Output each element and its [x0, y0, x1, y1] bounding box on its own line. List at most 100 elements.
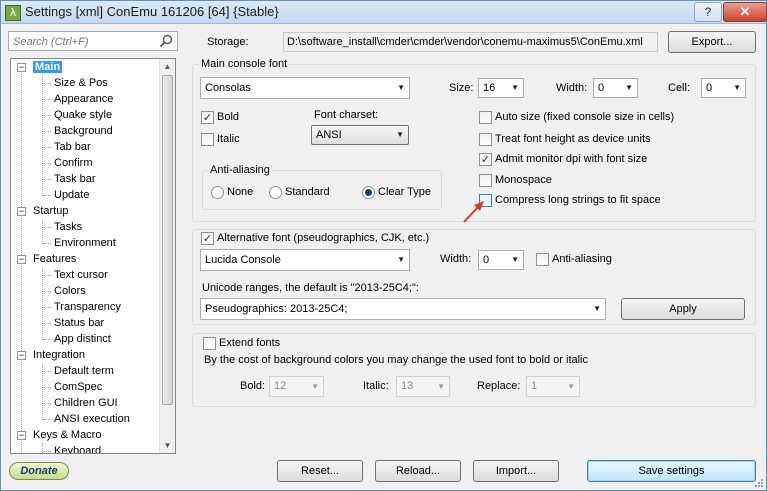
- tree-item-integration[interactable]: Integration: [33, 347, 85, 363]
- monospace-checkbox[interactable]: [479, 174, 492, 187]
- tree-item-appearance[interactable]: Appearance: [54, 91, 113, 107]
- storage-path-field[interactable]: D:\software_install\cmder\cmder\vendor\c…: [283, 32, 658, 52]
- chevron-down-icon: ▼: [733, 83, 741, 92]
- scroll-down-icon[interactable]: ▼: [161, 438, 174, 453]
- compress-strings-label[interactable]: Compress long strings to fit space: [495, 194, 661, 206]
- tree-item-keyboard[interactable]: Keyboard: [54, 443, 101, 453]
- tree-collapse-toggle[interactable]: −: [17, 431, 26, 440]
- tree-collapse-toggle[interactable]: −: [17, 255, 26, 264]
- scrollbar-thumb[interactable]: [162, 75, 173, 405]
- tree-branch: [43, 147, 51, 148]
- settings-tree[interactable]: − Main Size & Pos Appearance Quake style…: [10, 58, 176, 454]
- conemu-app-icon: λ: [5, 5, 21, 21]
- tree-item-transparency[interactable]: Transparency: [54, 299, 121, 315]
- tree-scrollbar[interactable]: ▲ ▼: [159, 59, 175, 453]
- tree-item-update[interactable]: Update: [54, 187, 89, 203]
- tree-collapse-toggle[interactable]: −: [17, 351, 26, 360]
- search-box[interactable]: [8, 31, 178, 51]
- cell-select[interactable]: 0 ▼: [701, 78, 746, 98]
- tree-item-features[interactable]: Features: [33, 251, 76, 267]
- alt-antialiasing-checkbox[interactable]: [536, 253, 549, 266]
- search-icon[interactable]: [159, 34, 173, 48]
- tree-item-size-pos[interactable]: Size & Pos: [54, 75, 108, 91]
- chevron-down-icon: ▼: [567, 382, 575, 391]
- chevron-down-icon: ▼: [437, 382, 445, 391]
- tree-item-status-bar[interactable]: Status bar: [54, 315, 104, 331]
- tree-collapse-toggle[interactable]: −: [17, 207, 26, 216]
- alternative-font-label[interactable]: Alternative font (pseudographics, CJK, e…: [215, 232, 432, 244]
- extend-fonts-checkbox[interactable]: [203, 337, 216, 350]
- font-charset-select[interactable]: ANSI ▼: [311, 125, 409, 145]
- tree-item-environment[interactable]: Environment: [54, 235, 116, 251]
- tree-item-default-term[interactable]: Default term: [54, 363, 114, 379]
- main-font-select[interactable]: Consolas ▼: [200, 77, 410, 99]
- auto-size-label[interactable]: Auto size (fixed console size in cells): [495, 111, 674, 123]
- auto-size-checkbox[interactable]: [479, 111, 492, 124]
- donate-button[interactable]: Donate: [9, 462, 69, 480]
- tree-connector-line: [42, 267, 43, 340]
- aa-cleartype-radio[interactable]: [362, 186, 375, 199]
- font-width-select[interactable]: 0 ▼: [593, 78, 638, 98]
- font-size-select[interactable]: 16 ▼: [478, 78, 524, 98]
- extend-italic-label: Italic:: [363, 380, 389, 392]
- apply-button[interactable]: Apply: [621, 298, 745, 320]
- aa-standard-label[interactable]: Standard: [285, 186, 330, 198]
- tree-item-task-bar[interactable]: Task bar: [54, 171, 96, 187]
- unicode-ranges-label: Unicode ranges, the default is "2013-25C…: [202, 282, 419, 294]
- tree-item-tab-bar[interactable]: Tab bar: [54, 139, 91, 155]
- tree-item-background[interactable]: Background: [54, 123, 113, 139]
- alternative-font-select[interactable]: Lucida Console ▼: [200, 249, 410, 271]
- title-bar[interactable]: λ Settings [xml] ConEmu 161206 [64] {Sta…: [1, 1, 767, 24]
- admit-dpi-checkbox[interactable]: ✓: [479, 153, 492, 166]
- tree-item-startup[interactable]: Startup: [33, 203, 68, 219]
- tree-item-comspec[interactable]: ComSpec: [54, 379, 102, 395]
- alt-width-select[interactable]: 0 ▼: [478, 250, 524, 270]
- unicode-ranges-value: Pseudographics: 2013-25C4;: [205, 303, 348, 315]
- extend-fonts-label[interactable]: Extend fonts: [217, 337, 283, 349]
- help-button[interactable]: ?: [694, 2, 722, 22]
- tree-item-children-gui[interactable]: Children GUI: [54, 395, 118, 411]
- tree-item-keys-macro[interactable]: Keys & Macro: [33, 427, 101, 443]
- italic-label[interactable]: Italic: [217, 133, 240, 145]
- tree-item-tasks[interactable]: Tasks: [54, 219, 82, 235]
- extend-replace-select[interactable]: 1 ▼: [526, 376, 580, 397]
- import-button[interactable]: Import...: [473, 460, 559, 482]
- tree-item-ansi-execution[interactable]: ANSI execution: [54, 411, 130, 427]
- tree-item-confirm[interactable]: Confirm: [54, 155, 93, 171]
- aa-standard-radio[interactable]: [269, 186, 282, 199]
- search-input[interactable]: [11, 33, 155, 51]
- alternative-font-checkbox[interactable]: ✓: [201, 232, 214, 245]
- scroll-up-icon[interactable]: ▲: [161, 59, 174, 74]
- treat-height-label[interactable]: Treat font height as device units: [495, 133, 651, 145]
- italic-checkbox[interactable]: [201, 133, 214, 146]
- unicode-ranges-select[interactable]: Pseudographics: 2013-25C4; ▼: [200, 298, 606, 320]
- tree-item-colors[interactable]: Colors: [54, 283, 86, 299]
- aa-none-radio[interactable]: [211, 186, 224, 199]
- aa-cleartype-label[interactable]: Clear Type: [378, 186, 431, 198]
- tree-item-main[interactable]: Main: [33, 59, 63, 75]
- settings-window: λ Settings [xml] ConEmu 161206 [64] {Sta…: [0, 0, 767, 491]
- tree-item-app-distinct[interactable]: App distinct: [54, 331, 111, 347]
- close-button[interactable]: ✕: [723, 2, 767, 22]
- tree-item-text-cursor[interactable]: Text cursor: [54, 267, 108, 283]
- monospace-label[interactable]: Monospace: [495, 174, 552, 186]
- bold-checkbox[interactable]: ✓: [201, 111, 214, 124]
- export-button[interactable]: Export...: [668, 31, 756, 53]
- reload-button[interactable]: Reload...: [375, 460, 461, 482]
- reset-button[interactable]: Reset...: [277, 460, 363, 482]
- bold-label[interactable]: Bold: [217, 111, 239, 123]
- aa-none-label[interactable]: None: [227, 186, 253, 198]
- save-settings-button[interactable]: Save settings: [587, 460, 756, 482]
- alt-antialiasing-label[interactable]: Anti-aliasing: [552, 253, 612, 265]
- extend-italic-select[interactable]: 13 ▼: [396, 376, 450, 397]
- resize-grip-icon[interactable]: [754, 478, 764, 488]
- tree-item-quake-style[interactable]: Quake style: [54, 107, 112, 123]
- chevron-down-icon: ▼: [311, 382, 319, 391]
- extend-bold-select[interactable]: 12 ▼: [269, 376, 324, 397]
- tree-collapse-toggle[interactable]: −: [17, 63, 26, 72]
- admit-dpi-label[interactable]: Admit monitor dpi with font size: [495, 153, 647, 165]
- anti-aliasing-heading: Anti-aliasing: [208, 164, 272, 176]
- treat-height-checkbox[interactable]: [479, 133, 492, 146]
- font-charset-label: Font charset:: [314, 109, 379, 121]
- tree-connector-line: [42, 219, 43, 244]
